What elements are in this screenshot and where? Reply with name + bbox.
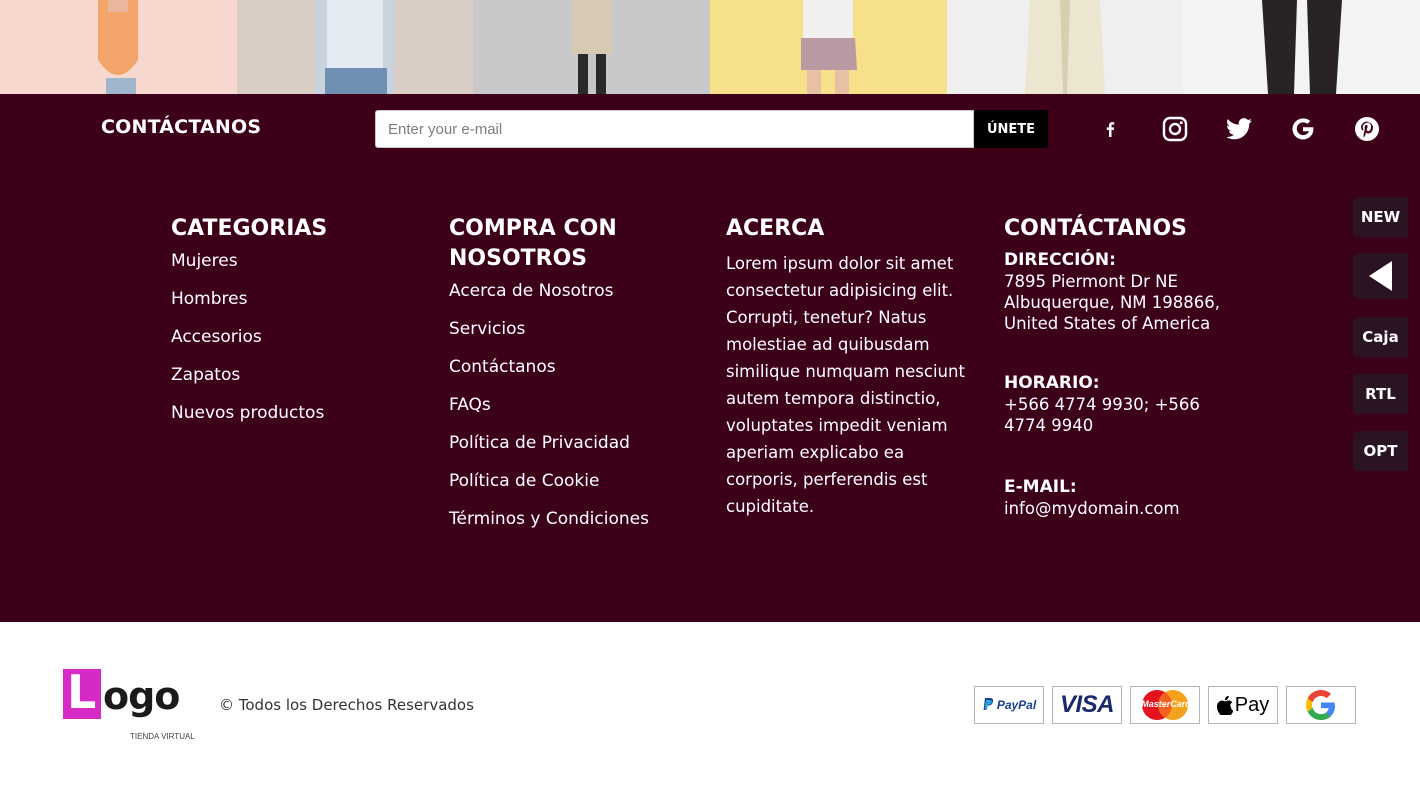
new-button[interactable]: NEW [1353, 197, 1408, 237]
category-link-accessories[interactable]: Accesorios [171, 326, 426, 348]
shop-title: COMPRA CON NOSOTROS [449, 216, 617, 271]
about-description: Lorem ipsum dolor sit amet consectetur a… [726, 254, 965, 516]
logo-wordmark: ogo [103, 674, 180, 718]
shop-link-faqs[interactable]: FAQs [449, 394, 704, 416]
mastercard-badge: MasterCard [1130, 686, 1200, 724]
photo-denim-shorts[interactable] [710, 0, 947, 94]
mastercard-label: MasterCard [1141, 699, 1191, 709]
apple-icon [1216, 695, 1233, 715]
rtl-button[interactable]: RTL [1353, 374, 1408, 414]
product-photo-strip [0, 0, 1420, 94]
about-title: ACERCA [726, 216, 825, 241]
email-label: E-MAIL: [1004, 477, 1077, 497]
box-button[interactable]: Caja [1353, 317, 1408, 357]
model-figure-image [571, 0, 612, 94]
footer-column-about: ACERCA Lorem ipsum dolor sit amet consec… [726, 214, 981, 520]
shop-link-about-us[interactable]: Acerca de Nosotros [449, 280, 704, 302]
photo-orange-top[interactable] [0, 0, 237, 94]
categories-title: CATEGORIAS [171, 216, 328, 241]
category-link-women[interactable]: Mujeres [171, 250, 426, 272]
google-icon[interactable] [1286, 112, 1320, 146]
google-g-icon [1306, 690, 1336, 720]
logo-tagline: TIENDA VIRTUAL [130, 732, 195, 741]
model-figure-image [1261, 0, 1342, 94]
twitter-icon[interactable] [1222, 112, 1256, 146]
hours-value: +566 4774 9930; +566 4774 9940 [1004, 395, 1200, 435]
shop-link-contact[interactable]: Contáctanos [449, 356, 704, 378]
category-link-men[interactable]: Hombres [171, 288, 426, 310]
paypal-icon [983, 698, 993, 710]
triangle-left-icon [1368, 261, 1392, 291]
paypal-badge: PayPal [974, 686, 1044, 724]
model-figure-image [98, 0, 139, 94]
apple-pay-badge: Pay [1208, 686, 1278, 724]
model-figure-image [1025, 0, 1106, 94]
newsletter-title: CONTÁCTANOS [101, 116, 262, 138]
logo-letter: L [67, 665, 97, 719]
photo-cream-coat[interactable] [946, 0, 1184, 94]
footer-column-shop: COMPRA CON NOSOTROS Acerca de Nosotros S… [449, 214, 704, 546]
shop-link-services[interactable]: Servicios [449, 318, 704, 340]
collapse-panel-button[interactable] [1353, 253, 1408, 299]
shop-link-cookie-policy[interactable]: Política de Cookie [449, 470, 704, 492]
facebook-icon[interactable] [1093, 112, 1127, 146]
category-link-new-products[interactable]: Nuevos productos [171, 402, 426, 424]
photo-white-tee[interactable] [236, 0, 474, 94]
paypal-label: PayPal [996, 698, 1037, 712]
address-value: 7895 Piermont Dr NE Albuquerque, NM 1988… [1004, 272, 1221, 333]
email-value[interactable]: info@mydomain.com [1004, 498, 1244, 519]
footer-column-categories: CATEGORIAS Mujeres Hombres Accesorios Za… [171, 214, 426, 440]
shop-link-terms[interactable]: Términos y Condiciones [449, 508, 704, 530]
instagram-icon[interactable] [1158, 112, 1192, 146]
email-input[interactable] [375, 110, 974, 148]
opt-button[interactable]: OPT [1353, 431, 1408, 471]
photo-beige-jacket[interactable] [473, 0, 711, 94]
model-figure-image [801, 0, 858, 94]
join-button[interactable]: ÚNETE [974, 110, 1048, 148]
visa-label: VISA [1059, 691, 1115, 718]
footer-column-contact: CONTÁCTANOS DIRECCIÓN: 7895 Piermont Dr … [1004, 214, 1259, 519]
apple-pay-label: Pay [1234, 693, 1270, 716]
site-footer: CONTÁCTANOS ÚNETE CATEGORIAS Mujeres Hom… [0, 94, 1420, 622]
site-logo[interactable]: L ogo TIENDA VIRTUAL [63, 665, 208, 744]
visa-badge: VISA [1052, 686, 1122, 724]
copyright-text: © Todos los Derechos Reservados [219, 696, 474, 714]
shop-link-privacy-policy[interactable]: Política de Privacidad [449, 432, 704, 454]
category-link-shoes[interactable]: Zapatos [171, 364, 426, 386]
hours-label: HORARIO: [1004, 373, 1100, 393]
address-label: DIRECCIÓN: [1004, 250, 1116, 270]
pinterest-icon[interactable] [1350, 112, 1384, 146]
contact-title: CONTÁCTANOS [1004, 216, 1188, 241]
photo-dark-trousers[interactable] [1183, 0, 1420, 94]
bottom-bar: L ogo TIENDA VIRTUAL © Todos los Derecho… [0, 622, 1420, 787]
google-pay-badge [1286, 686, 1356, 724]
model-figure-image [315, 0, 395, 94]
